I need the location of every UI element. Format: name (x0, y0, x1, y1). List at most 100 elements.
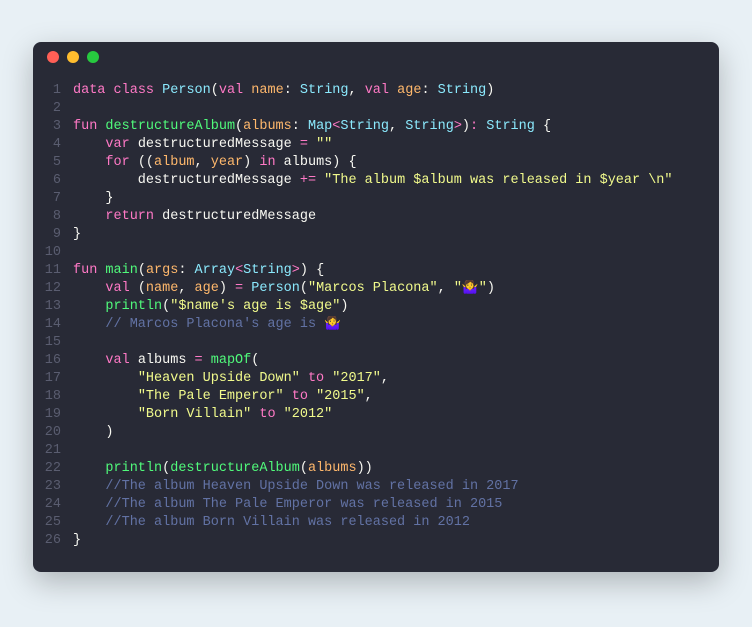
token-punct: ( (235, 119, 243, 134)
code-line: 11fun main(args: Array<String>) { (33, 262, 703, 280)
code-line: 12 val (name, age) = Person("Marcos Plac… (33, 280, 703, 298)
token-punct (73, 389, 138, 404)
token-punct (73, 461, 105, 476)
token-kw: fun (73, 263, 97, 278)
token-punct (308, 389, 316, 404)
line-number: 18 (33, 388, 73, 406)
code-line: 6 destructuredMessage += "The album $alb… (33, 172, 703, 190)
token-cmt: // Marcos Placona's age is 🤷‍♀️ (105, 317, 341, 332)
code-line: 23 //The album Heaven Upside Down was re… (33, 478, 703, 496)
token-punct: ( (300, 281, 308, 296)
token-punct: , (349, 83, 365, 98)
code-content (73, 442, 703, 460)
token-cls: String (486, 119, 535, 134)
token-punct: ) (73, 425, 114, 440)
token-kw: to (292, 389, 308, 404)
token-punct (73, 317, 105, 332)
code-content: var destructuredMessage = "" (73, 136, 703, 154)
token-punct: ) (462, 119, 470, 134)
code-content (73, 334, 703, 352)
line-number: 6 (33, 172, 73, 190)
token-punct: ) (219, 281, 235, 296)
token-punct: ) (340, 299, 348, 314)
token-cls: String (243, 263, 292, 278)
code-content: //The album Born Villain was released in… (73, 514, 703, 532)
code-content: return destructuredMessage (73, 208, 703, 226)
window-titlebar (33, 42, 719, 72)
token-kw: var (105, 137, 129, 152)
code-line: 2 (33, 100, 703, 118)
token-punct: } (73, 533, 81, 548)
maximize-icon[interactable] (87, 51, 99, 63)
line-number: 5 (33, 154, 73, 172)
token-param: name (146, 281, 178, 296)
code-content: ) (73, 424, 703, 442)
code-content: destructuredMessage += "The album $album… (73, 172, 703, 190)
token-punct: } (73, 191, 114, 206)
token-param: albums (308, 461, 357, 476)
line-number: 19 (33, 406, 73, 424)
token-punct (73, 515, 105, 530)
token-cls: Array (195, 263, 236, 278)
token-op: = (235, 281, 243, 296)
line-number: 9 (33, 226, 73, 244)
token-punct: , (365, 389, 373, 404)
line-number: 16 (33, 352, 73, 370)
token-cls: String (438, 83, 487, 98)
token-punct (389, 83, 397, 98)
token-param: age (195, 281, 219, 296)
token-str: "2015" (316, 389, 365, 404)
minimize-icon[interactable] (67, 51, 79, 63)
token-punct: ) (487, 281, 495, 296)
token-punct: ( (300, 461, 308, 476)
token-punct (73, 497, 105, 512)
code-line: 25 //The album Born Villain was released… (33, 514, 703, 532)
token-punct: , (438, 281, 454, 296)
code-line: 20 ) (33, 424, 703, 442)
token-punct: { (535, 119, 551, 134)
token-punct: albums (130, 353, 195, 368)
token-str: "$name's age is $age" (170, 299, 340, 314)
token-str: "Heaven Upside Down" (138, 371, 300, 386)
code-line: 18 "The Pale Emperor" to "2015", (33, 388, 703, 406)
code-content: "Heaven Upside Down" to "2017", (73, 370, 703, 388)
token-kw: data (73, 83, 105, 98)
line-number: 7 (33, 190, 73, 208)
token-fn: destructureAlbum (170, 461, 300, 476)
token-punct (300, 371, 308, 386)
line-number: 13 (33, 298, 73, 316)
line-number: 22 (33, 460, 73, 478)
code-content: } (73, 190, 703, 208)
token-punct (284, 389, 292, 404)
token-punct (276, 407, 284, 422)
code-line: 22 println(destructureAlbum(albums)) (33, 460, 703, 478)
line-number: 20 (33, 424, 73, 442)
token-param: year (211, 155, 243, 170)
token-punct: : (178, 263, 194, 278)
line-number: 11 (33, 262, 73, 280)
code-line: 5 for ((album, year) in albums) { (33, 154, 703, 172)
token-punct (73, 137, 105, 152)
token-punct (73, 209, 105, 224)
token-punct: ) { (300, 263, 324, 278)
code-area: 1data class Person(val name: String, val… (33, 72, 719, 572)
token-punct: ( (138, 263, 146, 278)
token-str: "The album $album was released in $year … (324, 173, 672, 188)
token-fn: mapOf (211, 353, 252, 368)
code-content: } (73, 226, 703, 244)
code-line: 26} (33, 532, 703, 550)
token-punct: : (292, 119, 308, 134)
line-number: 4 (33, 136, 73, 154)
token-kw: val (105, 281, 129, 296)
token-param: name (251, 83, 283, 98)
token-punct: , (178, 281, 194, 296)
token-punct (73, 353, 105, 368)
token-punct: albums) { (276, 155, 357, 170)
code-content: //The album The Pale Emperor was release… (73, 496, 703, 514)
line-number: 10 (33, 244, 73, 262)
close-icon[interactable] (47, 51, 59, 63)
line-number: 21 (33, 442, 73, 460)
code-content: data class Person(val name: String, val … (73, 82, 703, 100)
code-line: 13 println("$name's age is $age") (33, 298, 703, 316)
token-punct: ( (130, 281, 146, 296)
